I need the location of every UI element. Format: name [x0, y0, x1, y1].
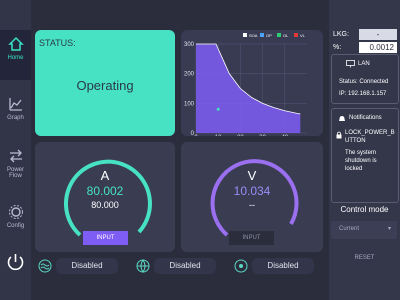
sidebar: Home Graph Power Flow Config	[0, 0, 31, 300]
notifications-title: Notifications	[349, 115, 382, 121]
sidebar-item-label: Graph	[7, 115, 24, 121]
legend-swatch	[260, 33, 264, 37]
status-value: Operating	[76, 78, 134, 93]
current-meter-card: A 80.002 80.000 INPUT	[35, 142, 175, 252]
notifications-panel: Notifications LOCK_POWER_BUTTON The syst…	[331, 108, 399, 203]
legend-label: SOA	[249, 33, 258, 38]
operating-point	[216, 107, 220, 111]
lan-status: Status: Connected	[339, 79, 389, 85]
voltage-value: 10.034	[233, 184, 271, 198]
lan-panel: LAN Status: Connected IP: 192.168.1.157	[331, 54, 399, 104]
wave-icon	[38, 259, 52, 273]
sidebar-item-config[interactable]: Config	[0, 198, 31, 248]
sidebar-item-label: Home	[7, 55, 24, 61]
chart-card: 0102030403002001000SOAOPOLVL	[181, 30, 323, 141]
disabled-label: Disabled	[252, 258, 314, 274]
sidebar-item-label: Config	[6, 223, 25, 229]
sidebar-item-graph[interactable]: Graph	[0, 90, 31, 140]
soa-chart: 0102030403002001000SOAOPOLVL	[184, 33, 307, 141]
home-icon	[7, 36, 24, 51]
legend-label: OP	[266, 33, 272, 38]
lkg-value: -	[359, 29, 397, 40]
right-panel: LKG: - %: 0.0012 LAN Status: Connected I…	[329, 0, 400, 300]
legend-swatch	[277, 33, 281, 37]
status-title: STATUS:	[39, 38, 76, 48]
sidebar-item-home[interactable]: Home	[0, 30, 31, 80]
current-unit-letter: A	[100, 168, 110, 183]
bell-icon	[339, 116, 345, 122]
voltage-input-button[interactable]: INPUT	[229, 231, 274, 245]
power-button[interactable]	[0, 248, 31, 278]
control-mode-title: Control mode	[340, 205, 389, 214]
legend-label: VL	[300, 33, 306, 38]
sidebar-item-power-flow[interactable]: Power Flow	[0, 142, 31, 192]
voltage-meter-card: V 10.034 -- INPUT	[181, 142, 323, 252]
lan-icon	[346, 60, 355, 68]
x-tick-label: 20	[237, 135, 244, 136]
x-tick-label: 30	[259, 135, 266, 136]
reset-button[interactable]: RESET	[329, 255, 400, 261]
power-icon	[7, 254, 24, 271]
lock-icon	[336, 131, 342, 139]
legend-swatch	[243, 33, 247, 37]
lkg-label: LKG:	[333, 31, 349, 38]
disabled-label: Disabled	[56, 258, 118, 274]
legend-label: OL	[283, 33, 289, 38]
globe-icon	[136, 259, 150, 273]
x-tick-label: 40	[281, 135, 288, 136]
graph-icon	[8, 98, 22, 111]
signal-icon	[234, 259, 248, 273]
y-tick-label: 300	[184, 42, 195, 48]
current-input-button[interactable]: INPUT	[83, 231, 128, 245]
chevron-down-icon: ▾	[387, 226, 391, 232]
x-tick-label: 0	[194, 135, 198, 136]
disabled-label: Disabled	[154, 258, 216, 274]
lan-ip: IP: 192.168.1.157	[339, 91, 387, 97]
percent-label: %:	[333, 44, 342, 51]
control-mode-value: Current	[339, 226, 360, 232]
y-tick-label: 100	[184, 101, 195, 107]
sidebar-item-label: Power Flow	[6, 167, 24, 179]
current-setpoint: 80.000	[91, 200, 119, 210]
voltage-unit-letter: V	[247, 168, 257, 183]
x-tick-label: 10	[215, 135, 222, 136]
swap-arrows-icon	[9, 149, 22, 163]
status-card: STATUS: Operating	[35, 30, 175, 136]
gear-icon	[8, 205, 23, 219]
voltage-setpoint: --	[249, 200, 255, 210]
percent-value: 0.0012	[359, 42, 397, 53]
legend-swatch	[294, 33, 298, 37]
y-tick-label: 200	[184, 72, 195, 78]
current-value: 80.002	[86, 184, 124, 198]
notification-name: LOCK_POWER_BUTTON	[345, 130, 395, 144]
lan-label: LAN	[358, 61, 370, 67]
control-mode-select[interactable]: Current ▾	[331, 221, 397, 239]
notification-message: The system shutdown is locked	[345, 150, 377, 172]
